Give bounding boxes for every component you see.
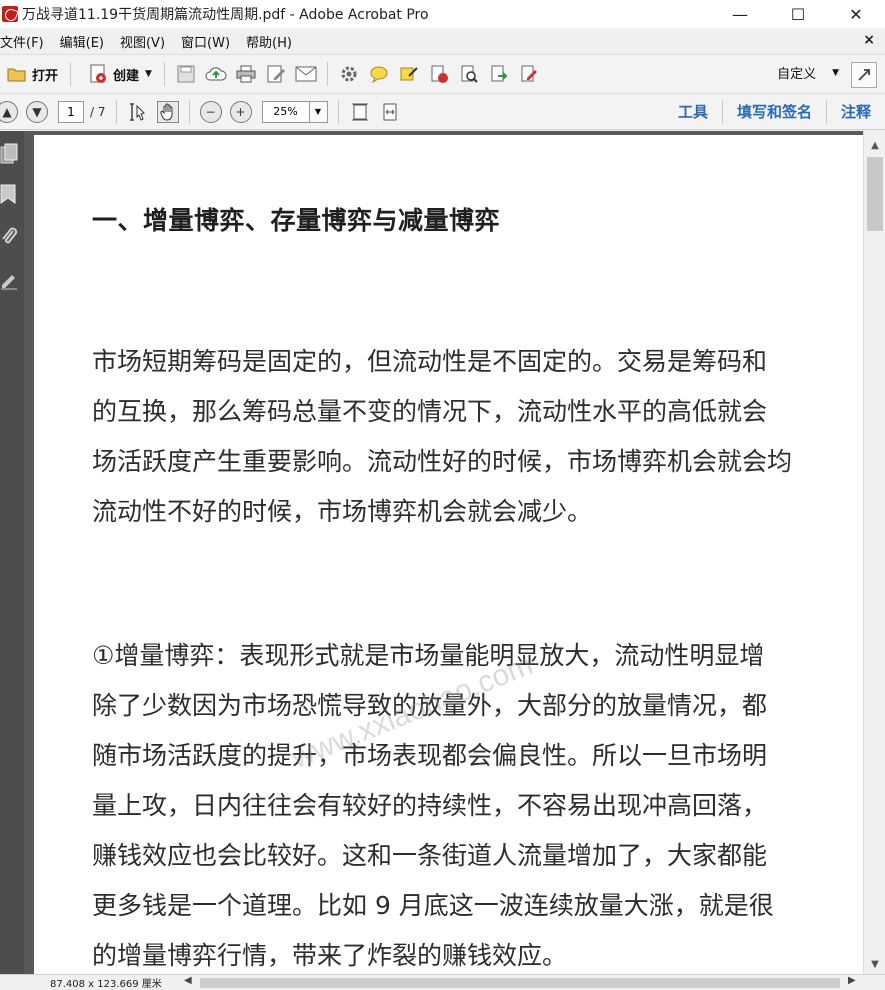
zoom-out-button[interactable]: − [199,100,222,123]
text-line: 更多钱是一个道理。比如 9 月底这一波连续放量大涨，就是很 [92,891,774,920]
redact-icon[interactable] [428,63,450,85]
maximize-button[interactable]: ☐ [769,0,827,28]
paragraph-1: 市场短期筹码是固定的，但流动性是不固定的。交易是筹码和 的互换，那么筹码总量不变… [92,337,863,537]
select-cursor-icon[interactable] [127,101,149,123]
save-icon[interactable] [175,63,197,85]
menu-view[interactable]: 视图(V) [112,32,173,51]
minimize-button[interactable]: — [711,0,769,28]
page-number-input[interactable]: 1 [58,100,84,123]
separator [326,62,328,86]
text-line: 的增量博弈行情，带来了炸裂的赚钱效应。 [92,941,568,970]
menu-window[interactable]: 窗口(W) [173,32,238,51]
text-line: 市场短期筹码是固定的，但流动性是不固定的。交易是筹码和 [92,347,768,376]
text-line: 流动性不好的时候，市场博弈机会就会减少。 [92,497,593,526]
open-label: 打开 [32,68,59,84]
scroll-right-arrow-icon[interactable]: ▶ [848,975,856,986]
text-line: 场活跃度产生重要影响。流动性好的时候，市场博弈机会就会均 [92,447,793,476]
sign-icon[interactable] [518,63,540,85]
window-controls: — ☐ ✕ [711,0,885,28]
scrollbar-thumb[interactable] [867,157,883,231]
text-line: 量上攻，日内往往会有较好的持续性，不容易出现冲高回落， [92,791,768,820]
main-toolbar: 打开 创建 ▼ 自定义 ▼ [0,54,885,94]
acrobat-icon [2,6,18,22]
scroll-left-arrow-icon[interactable]: ◀ [184,975,192,986]
fill-sign-link[interactable]: 填写和签名 [721,100,826,124]
status-bar: 87.408 x 123.669 厘米 ◀ ▶ [0,974,885,990]
separator [163,62,165,86]
separator [188,99,190,124]
menu-bar: 文件(F) 编辑(E) 视图(V) 窗口(W) 帮助(H) × [0,28,885,54]
upload-cloud-icon[interactable] [205,63,227,85]
page-thumbnails-icon[interactable] [0,143,20,165]
title-bar: 万战寻道11.19干货周期篇流动性周期.pdf - Adobe Acrobat … [0,0,885,28]
text-line: 赚钱效应也会比较好。这和一条街道人流量增加了，大家都能 [92,841,768,870]
fit-width-icon[interactable] [379,101,401,123]
previous-page-button[interactable]: ▲ [0,100,18,123]
minus-icon: − [205,104,216,119]
tools-link[interactable]: 工具 [664,100,722,124]
create-button[interactable]: 创建 ▼ [77,59,158,89]
close-button[interactable]: ✕ [827,0,885,28]
expand-icon [858,69,870,81]
separator [70,62,72,86]
open-button[interactable]: 打开 [0,59,64,89]
page-total: / 7 [90,104,106,119]
text-line: 随市场活跃度的提升，市场表现都会偏良性。所以一旦市场明 [92,741,768,770]
page-size-readout: 87.408 x 123.669 厘米 [50,979,162,990]
zoom-dropdown-button[interactable]: ▼ [309,100,328,123]
text-line: 的互换，那么筹码总量不变的情况下，流动性水平的高低就会 [92,397,768,426]
highlight-icon[interactable] [398,63,420,85]
horizontal-scrollbar-thumb[interactable] [200,978,840,988]
scroll-up-arrow-icon[interactable]: ▲ [864,137,885,153]
arrow-up-icon: ▲ [2,104,12,119]
attachment-icon[interactable] [0,225,20,247]
customize-dropdown[interactable]: 自定义 ▼ [777,63,839,82]
chevron-down-icon: ▼ [145,69,152,79]
search-document-icon[interactable] [458,63,480,85]
signature-icon[interactable] [0,269,20,291]
next-page-button[interactable]: ▼ [26,100,48,123]
task-pane-links: 工具 填写和签名 注释 [664,94,885,130]
navigation-toolbar: ▲ ▼ 1 / 7 − + 25% ▼ 工具 填写和签名 注释 [0,94,885,130]
scroll-down-arrow-icon[interactable]: ▼ [864,956,885,972]
plus-icon: + [235,104,246,119]
separator [337,99,339,124]
folder-icon [6,63,28,85]
customize-label: 自定义 [777,67,817,82]
create-pdf-icon [87,63,109,85]
bookmark-icon[interactable] [0,183,20,205]
menu-help[interactable]: 帮助(H) [238,32,300,51]
zoom-in-button[interactable]: + [229,100,252,123]
pdf-page: 一、增量博弈、存量博弈与减量博弈 市场短期筹码是固定的，但流动性是不固定的。交易… [34,135,863,974]
separator [115,99,117,124]
fit-page-icon[interactable] [349,101,371,123]
create-label: 创建 [113,68,140,84]
chevron-down-icon: ▼ [832,67,839,78]
mail-icon[interactable] [295,63,317,85]
gear-icon[interactable] [338,63,360,85]
print-icon[interactable] [235,63,257,85]
export-icon[interactable] [488,63,510,85]
menu-file[interactable]: 文件(F) [0,32,52,51]
comment-icon[interactable] [368,63,390,85]
fullscreen-button[interactable] [851,62,877,88]
section-heading: 一、增量博弈、存量博弈与减量博弈 [92,206,501,235]
comment-link[interactable]: 注释 [825,100,885,124]
arrow-down-icon: ▼ [32,104,42,119]
menu-edit[interactable]: 编辑(E) [52,32,112,51]
window-title: 万战寻道11.19干货周期篇流动性周期.pdf - Adobe Acrobat … [22,7,429,23]
vertical-scrollbar[interactable]: ▲ ▼ [863,131,885,974]
edit-document-icon[interactable] [265,63,287,85]
document-close-button[interactable]: × [863,32,875,48]
zoom-level-input[interactable]: 25% [261,100,310,123]
left-navigation-pane [0,131,24,974]
hand-tool-icon[interactable] [156,100,179,123]
document-viewport[interactable]: 一、增量博弈、存量博弈与减量博弈 市场短期筹码是固定的，但流动性是不固定的。交易… [24,131,863,974]
